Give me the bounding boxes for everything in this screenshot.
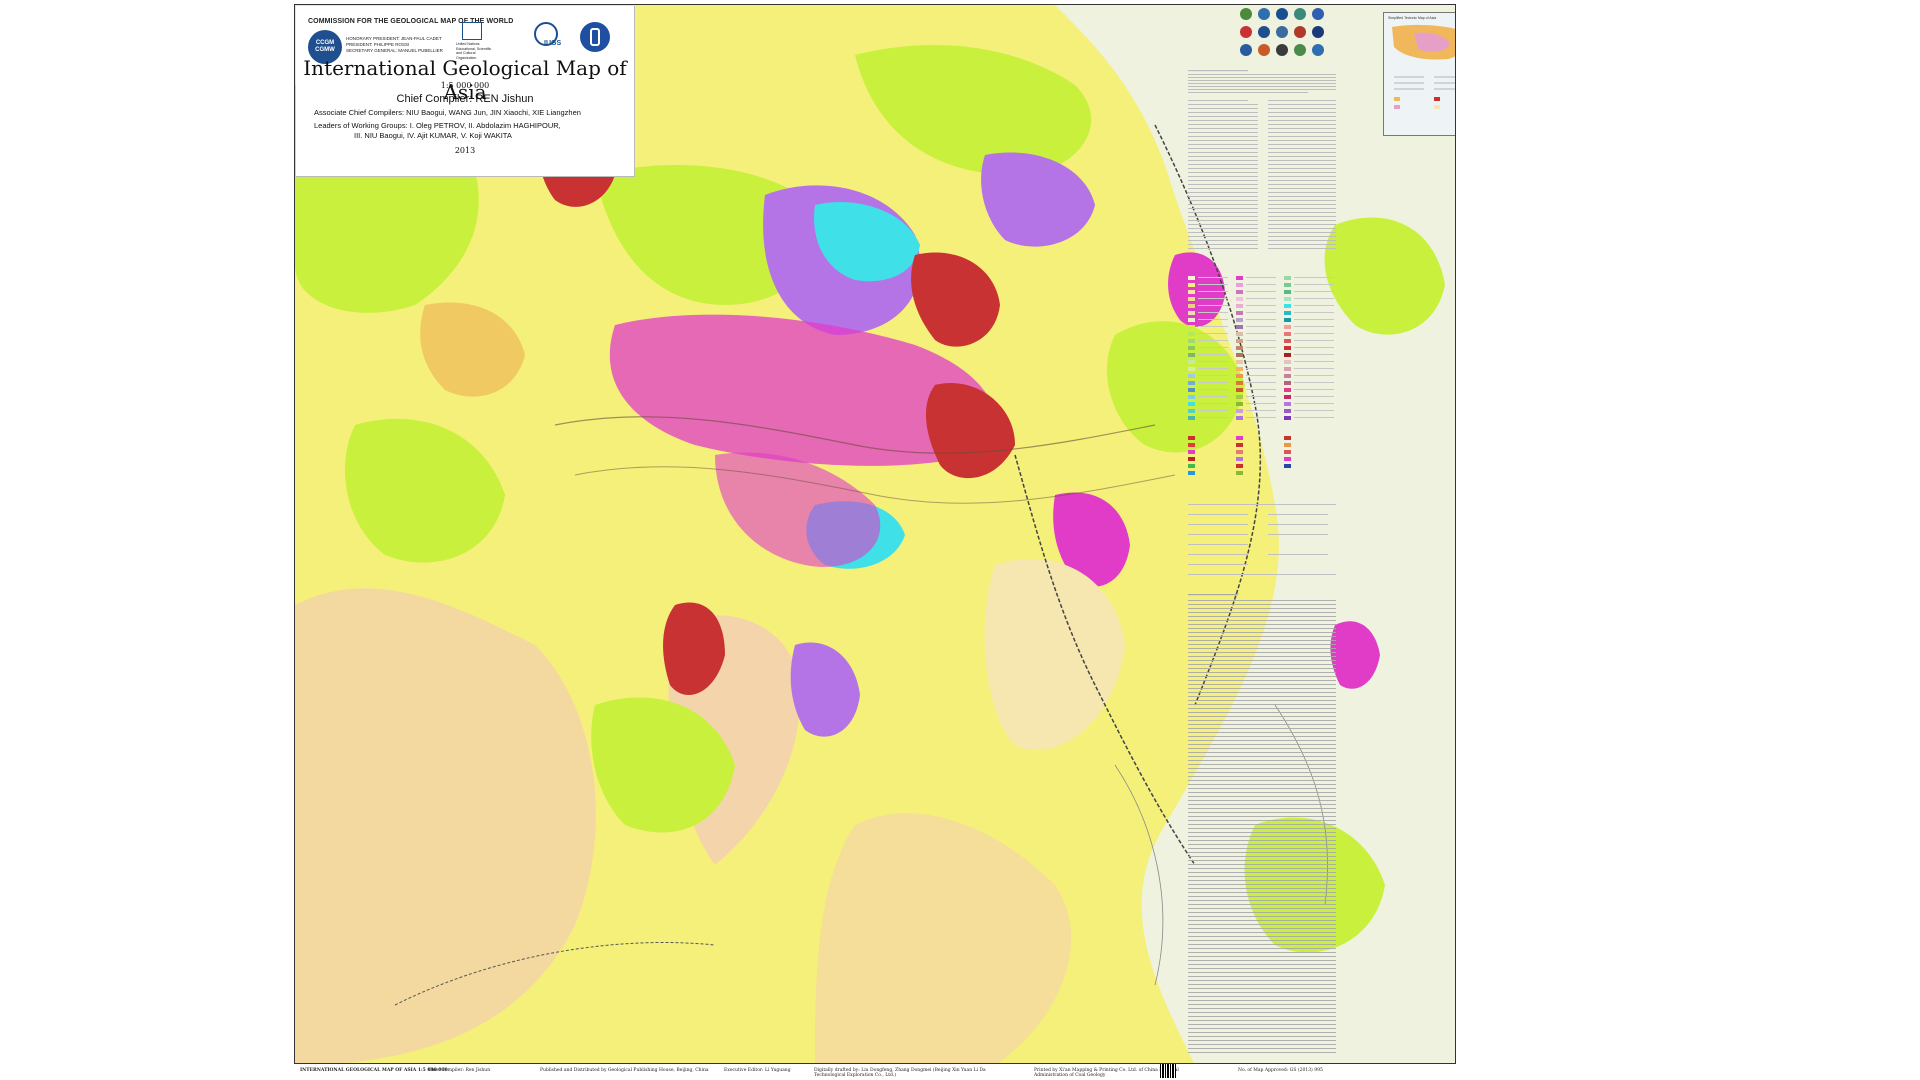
imprint-publisher: Published and Distributed by Geological … <box>540 1068 709 1073</box>
barcode-icon <box>1160 1064 1176 1078</box>
cgmw-emblem-icon <box>580 22 610 52</box>
partner-logo-icon <box>1258 26 1270 38</box>
inset-tectonic-map[interactable]: Simplified Tectonic Map of Asia <box>1383 12 1455 136</box>
imprint-bar: INTERNATIONAL GEOLOGICAL MAP OF ASIA 1:5… <box>294 1066 1454 1080</box>
partner-logo-icon <box>1240 44 1252 56</box>
partner-logo-icon <box>1258 8 1270 20</box>
partner-logo-icon <box>1276 8 1288 20</box>
partner-logo-icon <box>1240 8 1252 20</box>
associate-compilers: Associate Chief Compilers: NIU Baogui, W… <box>314 108 581 117</box>
imprint-compiler: Chief Compiler: Ren Jishun <box>428 1068 491 1073</box>
working-group-leaders-cont: III. NIU Baogui, IV. Ajit KUMAR, V. Koji… <box>354 131 512 140</box>
imprint-editor: Executive Editor: Li Yuguang <box>724 1068 791 1073</box>
partner-logo-icon <box>1294 8 1306 20</box>
officers-list: HONORARY PRESIDENT: JEAN-PAUL CADET PRES… <box>346 36 443 54</box>
inset-map-graphic <box>1388 23 1455 109</box>
map-scale: 1:5 000 000 <box>440 81 490 90</box>
partner-logo-icon <box>1294 26 1306 38</box>
partner-logo-icon <box>1294 44 1306 56</box>
legend-panel <box>1178 4 1346 1064</box>
partner-logo-icon <box>1312 44 1324 56</box>
working-group-leaders: Leaders of Working Groups: I. Oleg PETRO… <box>314 121 561 130</box>
partner-logo-icon <box>1276 26 1288 38</box>
imprint-drafting: Digitally drafted by: Liu Dongfeng, Zhan… <box>814 1068 986 1078</box>
partner-logo-icon <box>1276 44 1288 56</box>
map-label: INTERNATIONAL GEOLOGICAL MAP OF ASIA 1:5… <box>300 1068 448 1073</box>
partner-logo-icon <box>1258 44 1270 56</box>
partner-logo-icon <box>1312 26 1324 38</box>
imprint-printer: Printed by Xi'an Mapping & Printing Co. … <box>1034 1068 1179 1078</box>
iugs-logo: IUGS <box>534 22 564 56</box>
unesco-temple-icon <box>462 22 482 40</box>
legend-content <box>1188 70 1336 1053</box>
partner-logo-icon <box>1240 26 1252 38</box>
title-block: COMMISSION FOR THE GEOLOGICAL MAP OF THE… <box>296 6 635 177</box>
officer-secretary: SECRETARY GENERAL: MANUEL PUBELLIER <box>346 48 443 53</box>
map-year: 2013 <box>454 146 476 155</box>
iugs-label: IUGS <box>544 40 562 47</box>
imprint-approval: No. of Map Approved: GS (2013) 995 <box>1238 1068 1323 1073</box>
chief-compiler: Chief Compiler: REN Jishun <box>396 93 534 105</box>
partner-logo-icon <box>1312 8 1324 20</box>
